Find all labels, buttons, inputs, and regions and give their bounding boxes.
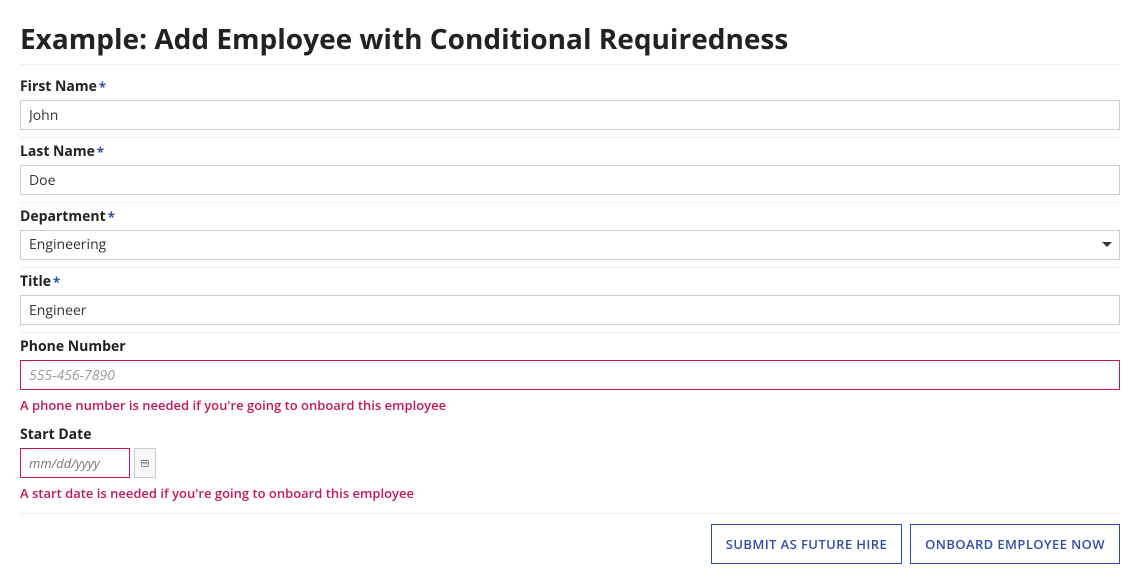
field-phone: Phone Number A phone number is needed if… [20, 333, 1120, 421]
first-name-input[interactable] [20, 100, 1120, 130]
phone-input[interactable] [20, 360, 1120, 390]
label-text: Last Name [20, 142, 95, 161]
phone-error-message: A phone number is needed if you're going… [20, 396, 1120, 414]
label-text: Start Date [20, 425, 91, 444]
field-department: Department * Engineering [20, 203, 1120, 268]
field-title: Title * [20, 268, 1120, 333]
label-text: Department [20, 207, 106, 226]
submit-future-hire-button[interactable]: SUBMIT AS FUTURE HIRE [711, 524, 902, 564]
required-star: * [108, 208, 115, 226]
start-date-error-message: A start date is needed if you're going t… [20, 484, 1120, 502]
start-date-label: Start Date [20, 425, 1120, 444]
calendar-button[interactable] [134, 448, 156, 478]
field-last-name: Last Name * [20, 138, 1120, 203]
required-star: * [97, 143, 104, 161]
department-label: Department * [20, 207, 1120, 226]
title-label: Title * [20, 272, 1120, 291]
form-actions: SUBMIT AS FUTURE HIRE ONBOARD EMPLOYEE N… [20, 513, 1120, 564]
title-input[interactable] [20, 295, 1120, 325]
calendar-icon [141, 457, 149, 469]
page-title: Example: Add Employee with Conditional R… [20, 20, 1120, 65]
field-first-name: First Name * [20, 73, 1120, 138]
last-name-input[interactable] [20, 165, 1120, 195]
required-star: * [53, 273, 60, 291]
last-name-label: Last Name * [20, 142, 1120, 161]
start-date-input[interactable] [20, 448, 130, 478]
label-text: Title [20, 272, 51, 291]
label-text: First Name [20, 77, 97, 96]
phone-label: Phone Number [20, 337, 1120, 356]
field-start-date: Start Date A start date is needed if you… [20, 421, 1120, 509]
label-text: Phone Number [20, 337, 126, 356]
required-star: * [99, 78, 106, 96]
add-employee-form: Example: Add Employee with Conditional R… [0, 0, 1140, 584]
first-name-label: First Name * [20, 77, 1120, 96]
department-select[interactable]: Engineering [20, 230, 1120, 260]
onboard-now-button[interactable]: ONBOARD EMPLOYEE NOW [910, 524, 1120, 564]
